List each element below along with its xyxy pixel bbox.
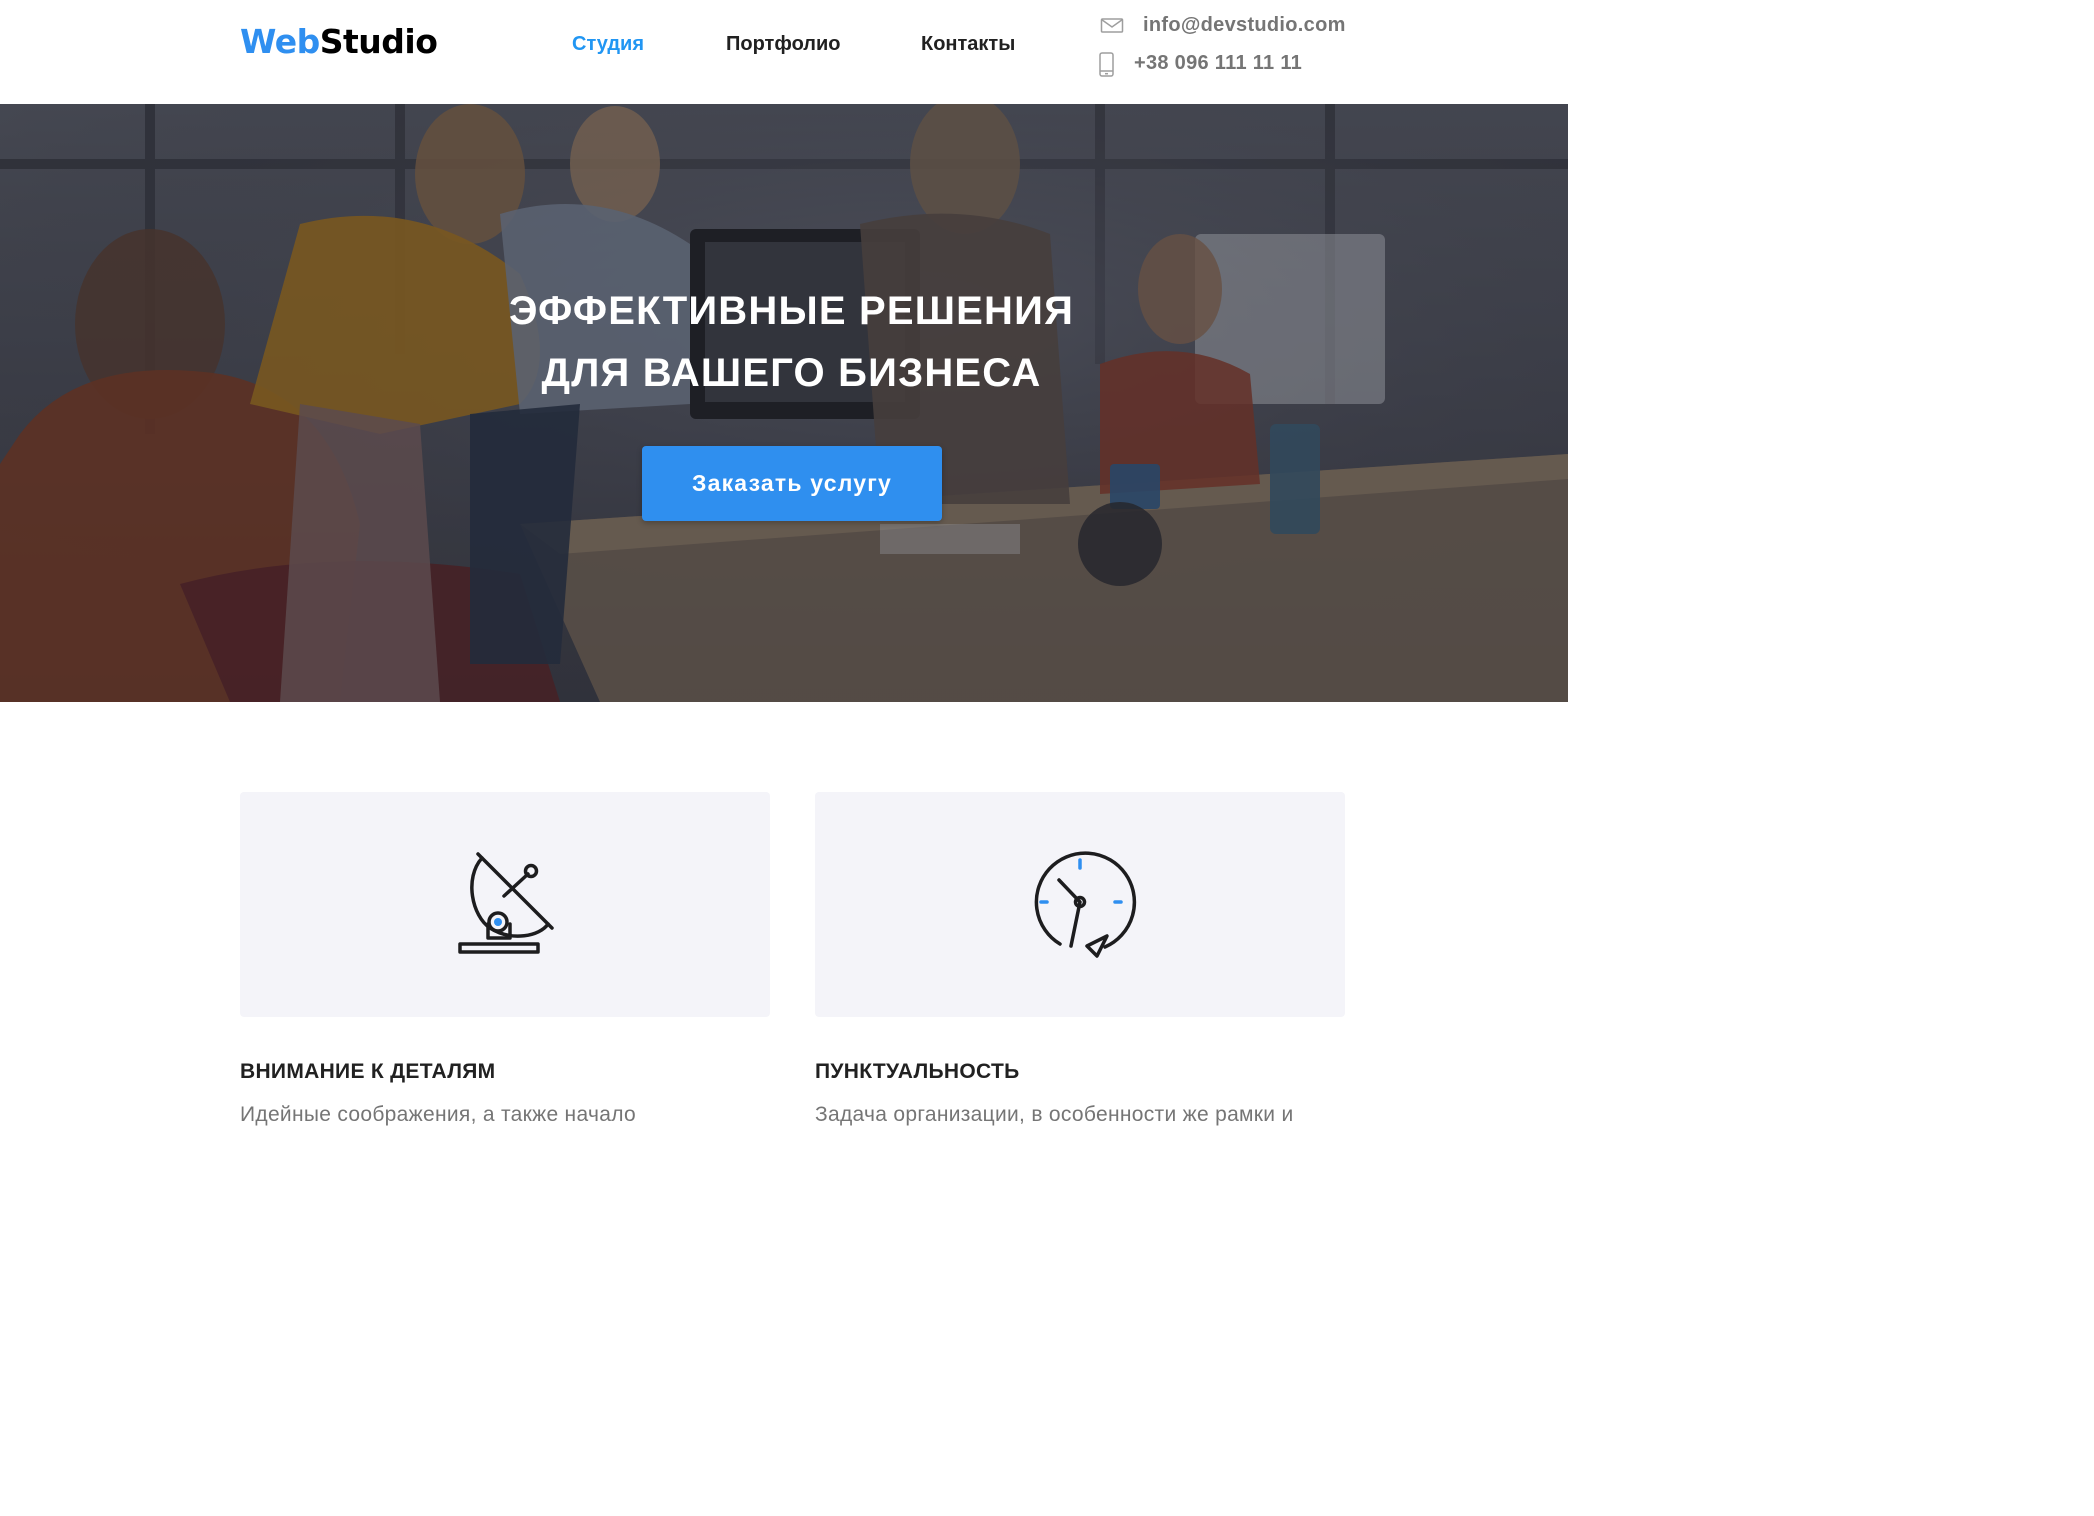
- order-service-button[interactable]: Заказать услугу: [642, 446, 942, 521]
- feature-title-details: ВНИМАНИЕ К ДЕТАЛЯМ: [240, 1060, 496, 1083]
- hero-title: ЭФФЕКТИВНЫЕ РЕШЕНИЯ ДЛЯ ВАШЕГО БИЗНЕСА: [0, 280, 1568, 404]
- feature-text-punctuality: Задача организации, в особенности же рам…: [815, 1103, 1294, 1126]
- hero-title-line-1: ЭФФЕКТИВНЫЕ РЕШЕНИЯ: [508, 289, 1075, 333]
- nav-item-studio[interactable]: Студия: [572, 30, 644, 58]
- logo[interactable]: WebStudio: [240, 20, 438, 64]
- hero-section: ЭФФЕКТИВНЫЕ РЕШЕНИЯ ДЛЯ ВАШЕГО БИЗНЕСА З…: [0, 104, 1568, 702]
- logo-studio: Studio: [319, 22, 438, 61]
- feature-card-punctuality: [815, 792, 1345, 1017]
- contact-phone[interactable]: +38 096 111 11 11: [1094, 48, 1302, 78]
- feature-card-details: [240, 792, 770, 1017]
- feature-text-details: Идейные соображения, а также начало: [240, 1103, 636, 1126]
- clock-icon: [1034, 851, 1137, 958]
- logo-web: Web: [240, 22, 320, 61]
- smartphone-icon: [1094, 51, 1118, 77]
- satellite-dish-icon: [458, 852, 554, 954]
- nav-item-portfolio[interactable]: Портфолио: [726, 30, 841, 58]
- hero-title-line-2: ДЛЯ ВАШЕГО БИЗНЕСА: [541, 351, 1042, 395]
- email-text: info@devstudio.com: [1143, 14, 1346, 36]
- nav-item-contacts[interactable]: Контакты: [921, 30, 1015, 58]
- phone-text: +38 096 111 11 11: [1134, 52, 1303, 74]
- feature-title-punctuality: ПУНКТУАЛЬНОСТЬ: [815, 1060, 1020, 1083]
- site-header: WebStudio Студия Портфолио Контакты info…: [0, 0, 1568, 104]
- envelope-icon: [1100, 13, 1124, 37]
- contact-email[interactable]: info@devstudio.com: [1100, 10, 1346, 40]
